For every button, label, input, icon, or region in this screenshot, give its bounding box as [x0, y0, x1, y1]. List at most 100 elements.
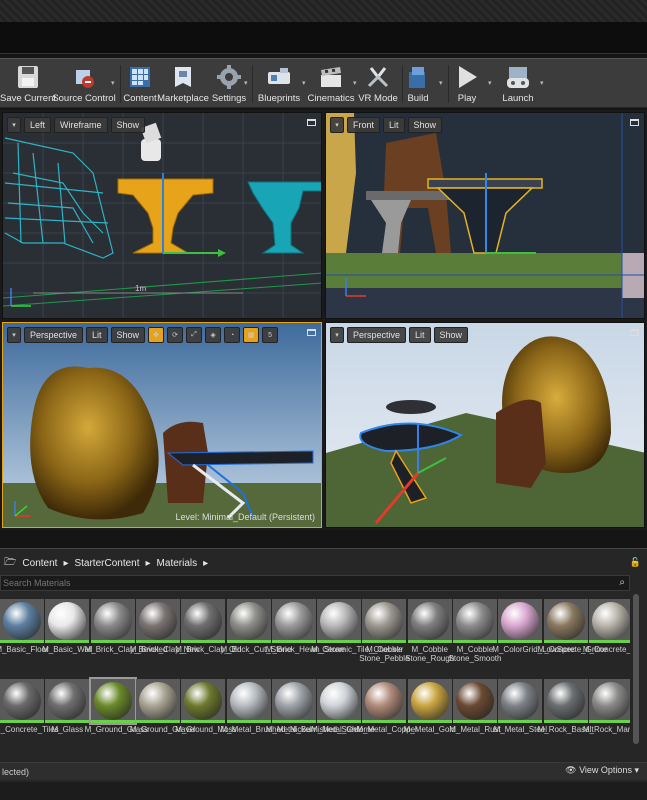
- material-sphere: [138, 682, 177, 720]
- material-tile[interactable]: M_Brick_Cut_Stone: [221, 599, 292, 654]
- material-tile[interactable]: M_Cobble Stone_Rough: [405, 599, 454, 663]
- play-icon: [454, 64, 480, 90]
- front-maximize-icon[interactable]: [630, 119, 639, 126]
- material-tile[interactable]: M_Metal_Gold: [404, 679, 456, 734]
- material-tile[interactable]: M_Cobble Stone_Smooth: [449, 599, 501, 663]
- material-tile[interactable]: M_Ceramic_Tile_Checker: [311, 599, 403, 654]
- surface-snap-icon[interactable]: ◔: [224, 327, 241, 343]
- material-thumbnail: [0, 599, 44, 643]
- material-tile[interactable]: M_Metal_Steel: [494, 679, 547, 734]
- material-thumbnail: [588, 679, 630, 723]
- material-tile[interactable]: M_Basic_Wall: [42, 599, 92, 654]
- perspective-view-type-button[interactable]: Perspective: [24, 327, 84, 343]
- material-thumbnail: [135, 599, 180, 643]
- left-view-type-button[interactable]: Left: [24, 117, 52, 133]
- settings-dropdown-icon[interactable]: ▾: [244, 79, 248, 87]
- viewport-left[interactable]: 1m ▾ Left Wireframe Show: [2, 112, 322, 319]
- grid-size-value[interactable]: 5: [262, 327, 279, 343]
- lock-icon[interactable]: 🔓: [630, 557, 641, 568]
- material-tile[interactable]: M_Ground_Moss: [175, 679, 237, 734]
- viewport-perspective[interactable]: ▾ Perspective Lit Show ✥ ⟳ ⤢ ◈ ◔ ▦ 5 Lev…: [2, 322, 322, 528]
- source-control-dropdown-icon[interactable]: ▾: [111, 79, 115, 87]
- material-tile[interactable]: M_Rock_Basalt: [538, 679, 594, 734]
- marketplace-button[interactable]: Marketplace: [157, 59, 209, 109]
- left-viewport-options-dropdown[interactable]: ▾: [7, 117, 21, 133]
- blueprints-button[interactable]: Blueprints ▾: [254, 59, 306, 109]
- view-options-button[interactable]: 👁 View Options ▾: [565, 765, 639, 776]
- perspective-viewport-options-dropdown[interactable]: ▾: [7, 327, 21, 343]
- cinematics-button[interactable]: Cinematics ▾: [307, 59, 357, 109]
- material-tile[interactable]: M_Brick_Clay_Old: [175, 599, 241, 654]
- front-view-mode-button[interactable]: Lit: [383, 117, 405, 133]
- material-sphere: [93, 602, 132, 640]
- perspective-view-mode-button[interactable]: Lit: [86, 327, 108, 343]
- front-view-type-button[interactable]: Front: [347, 117, 381, 133]
- play-dropdown-icon[interactable]: ▾: [488, 79, 492, 87]
- blueprints-dropdown-icon[interactable]: ▾: [302, 79, 306, 87]
- left-view-mode-button[interactable]: Wireframe: [54, 117, 108, 133]
- scale-tool-icon[interactable]: ⤢: [186, 327, 203, 343]
- material-tile[interactable]: M_Concrete_Grime: [538, 599, 607, 654]
- launch-dropdown-icon[interactable]: ▾: [540, 79, 544, 87]
- material-tile[interactable]: M_Brick_Clay_Beveled: [85, 599, 167, 654]
- material-tile[interactable]: M_Cobble Stone_Pebble: [359, 599, 410, 663]
- material-tile[interactable]: M_Ground_Gravel: [130, 679, 196, 734]
- perspective-2-view-type-button[interactable]: Perspective: [347, 327, 407, 343]
- grid-snap-icon[interactable]: ▦: [243, 327, 260, 343]
- viewport-front[interactable]: ▾ Front Lit Show: [325, 112, 645, 319]
- material-tile[interactable]: M_Concrete_Tiles: [0, 679, 59, 734]
- launch-button[interactable]: Launch ▾: [500, 59, 544, 109]
- perspective-show-button[interactable]: Show: [110, 327, 146, 343]
- build-button[interactable]: Build ▾: [403, 59, 443, 109]
- play-button[interactable]: Play ▾: [452, 59, 492, 109]
- perspective-2-viewport-options-dropdown[interactable]: ▾: [330, 327, 344, 343]
- material-tile[interactable]: M_ColorGrid_LowSpec: [492, 599, 575, 654]
- perspective-2-view-mode-button[interactable]: Lit: [409, 327, 431, 343]
- material-tile[interactable]: M_Metal_Copper: [356, 679, 418, 734]
- material-tile[interactable]: M_Brick_Hewn_Stone: [266, 599, 345, 654]
- build-dropdown-icon[interactable]: ▾: [439, 79, 443, 87]
- material-tile[interactable]: M_Concrete_Panels: [583, 599, 630, 654]
- breadcrumb-materials[interactable]: Materials: [157, 558, 198, 569]
- material-tile[interactable]: M_Brick_Clay_New: [130, 599, 200, 654]
- material-tile[interactable]: M_Metal_Chrome: [311, 679, 375, 734]
- source-control-button[interactable]: Source Control ▾: [52, 59, 116, 109]
- material-thumbnail: [135, 679, 180, 723]
- material-tile[interactable]: M_Glass: [45, 679, 90, 734]
- material-sphere: [591, 602, 630, 640]
- perspective-2-show-button[interactable]: Show: [433, 327, 469, 343]
- save-current-button[interactable]: Save Current: [0, 59, 56, 109]
- left-show-button[interactable]: Show: [110, 117, 146, 133]
- front-viewport-options-dropdown[interactable]: ▾: [330, 117, 344, 133]
- material-tile[interactable]: M_Rock_Marble_Polished: [583, 679, 630, 734]
- material-tile[interactable]: M_Basic_Floor: [0, 599, 49, 654]
- breadcrumb-startercontent[interactable]: StarterContent: [74, 558, 139, 569]
- world-local-icon[interactable]: ◈: [205, 327, 222, 343]
- material-tile[interactable]: M_Metal_Burnished_Steel: [266, 679, 360, 734]
- breadcrumb-content[interactable]: Content: [22, 558, 57, 569]
- material-thumbnail: [271, 679, 316, 723]
- settings-button[interactable]: Settings ▾: [208, 59, 250, 109]
- translate-tool-icon[interactable]: ✥: [148, 327, 165, 343]
- left-maximize-icon[interactable]: [307, 119, 316, 126]
- material-sphere: [48, 682, 87, 720]
- material-tile[interactable]: M_Metal_Brushed_Nickel: [221, 679, 312, 734]
- perspective-2-maximize-icon[interactable]: [630, 329, 639, 336]
- front-show-button[interactable]: Show: [407, 117, 443, 133]
- front-lit-scene: [326, 113, 644, 318]
- asset-grid-scrollbar[interactable]: [633, 594, 639, 744]
- material-tile[interactable]: M_Metal_Rust: [449, 679, 501, 734]
- rotate-tool-icon[interactable]: ⟳: [167, 327, 184, 343]
- material-sphere: [320, 682, 359, 720]
- content-button[interactable]: Content: [122, 59, 158, 109]
- search-icon[interactable]: ⌕: [619, 577, 625, 588]
- search-input[interactable]: [1, 576, 591, 590]
- search-bar: ⌕: [0, 575, 630, 591]
- perspective-maximize-icon[interactable]: [307, 329, 316, 336]
- material-tile[interactable]: M_Ground_Grass: [85, 677, 148, 734]
- viewport-perspective-2[interactable]: ▾ Perspective Lit Show: [325, 322, 645, 528]
- material-thumbnail: [45, 599, 90, 643]
- vr-mode-button[interactable]: VR Mode: [358, 59, 398, 109]
- cinematics-dropdown-icon[interactable]: ▾: [353, 79, 357, 87]
- clapper-icon: [318, 64, 344, 90]
